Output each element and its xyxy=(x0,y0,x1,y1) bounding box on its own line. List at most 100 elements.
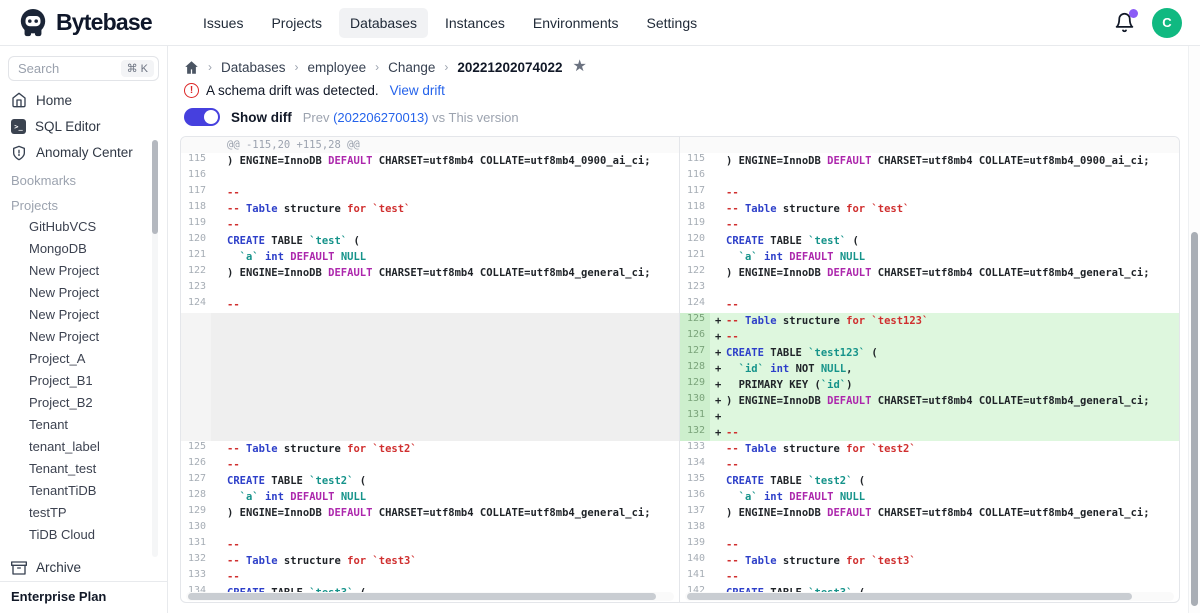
show-diff-toggle[interactable] xyxy=(184,108,220,126)
horizontal-scrollbar-thumb[interactable] xyxy=(687,593,1132,600)
code-line: `a` int DEFAULT NULL xyxy=(227,491,366,503)
diff-row: 125-- Table structure for `test2` xyxy=(181,441,679,457)
diff-row: 125+-- Table structure for `test123` xyxy=(680,313,1179,329)
line-number xyxy=(680,137,710,153)
code-token: -- xyxy=(227,203,246,215)
page-scrollbar-thumb[interactable] xyxy=(1191,232,1198,606)
project-item[interactable]: TenantTiDB xyxy=(0,480,167,502)
breadcrumb-item-databases[interactable]: Databases xyxy=(221,60,286,75)
code-line: -- Table structure for `test123` xyxy=(726,315,928,327)
breadcrumb-item-change[interactable]: Change xyxy=(388,60,435,75)
project-item[interactable]: New Project xyxy=(0,326,167,348)
project-item[interactable]: New Project xyxy=(0,282,167,304)
sidebar-item-home[interactable]: Home xyxy=(0,87,167,113)
diff-row: 134-- xyxy=(680,457,1179,473)
code-line: ) ENGINE=InnoDB DEFAULT CHARSET=utf8mb4 … xyxy=(726,155,1150,167)
project-item[interactable]: Project_B2 xyxy=(0,392,167,414)
nav-item-projects[interactable]: Projects xyxy=(260,8,333,38)
nav-item-issues[interactable]: Issues xyxy=(192,8,254,38)
prev-label: Prev xyxy=(303,110,333,125)
notifications-button[interactable] xyxy=(1114,12,1136,34)
line-number: 120 xyxy=(181,233,211,249)
project-item[interactable]: New Project xyxy=(0,304,167,326)
nav-item-instances[interactable]: Instances xyxy=(434,8,516,38)
line-number: 130 xyxy=(181,521,211,537)
project-item[interactable]: TiDB Cloud xyxy=(0,524,167,546)
code-line: -- xyxy=(227,539,240,551)
diff-row: 141-- xyxy=(680,569,1179,585)
brand-name: Bytebase xyxy=(56,9,152,36)
project-item[interactable]: GitHubVCS xyxy=(0,216,167,238)
prev-version-link[interactable]: (202206270013) xyxy=(333,110,428,125)
code-token: Table xyxy=(246,443,278,455)
diff-row: 117-- xyxy=(680,185,1179,201)
avatar[interactable]: C xyxy=(1152,8,1182,38)
code-token: DEFAULT xyxy=(328,155,372,167)
code-token xyxy=(227,491,240,503)
code-token: Table xyxy=(745,203,777,215)
diff-row xyxy=(680,137,1179,153)
code-line: @@ -115,20 +115,28 @@ xyxy=(227,139,360,151)
line-number xyxy=(181,345,211,361)
project-item[interactable]: Project_B1 xyxy=(0,370,167,392)
code-token: DEFAULT xyxy=(328,267,372,279)
sidebar-item-archive[interactable]: Archive xyxy=(0,555,167,581)
code-token: `test3` xyxy=(871,555,915,567)
code-token xyxy=(227,251,240,263)
plan-badge: Enterprise Plan xyxy=(0,581,167,613)
project-item[interactable]: New Project xyxy=(0,260,167,282)
view-drift-link[interactable]: View drift xyxy=(390,83,445,98)
bytebase-logo[interactable]: Bytebase xyxy=(18,8,178,38)
code-token: DEFAULT xyxy=(827,155,871,167)
bookmark-star-icon[interactable]: ★ xyxy=(573,59,587,75)
search-placeholder: Search xyxy=(18,61,121,76)
project-item[interactable]: testTP xyxy=(0,502,167,524)
project-item[interactable]: tenant_label xyxy=(0,436,167,458)
code-line: -- Table structure for `test` xyxy=(726,203,909,215)
code-token: CHARSET=utf8mb4 COLLATE=utf8mb4_general_… xyxy=(871,395,1149,407)
search-input[interactable]: Search ⌘ K xyxy=(8,56,159,81)
line-number: 117 xyxy=(680,185,710,201)
line-number: 130 xyxy=(680,393,710,409)
horizontal-scrollbar-thumb[interactable] xyxy=(188,593,656,600)
warning-icon: ! xyxy=(184,83,199,98)
diff-marker: + xyxy=(710,315,726,327)
diff-row: 130+) ENGINE=InnoDB DEFAULT CHARSET=utf8… xyxy=(680,393,1179,409)
search-shortcut-badge: ⌘ K xyxy=(121,60,154,77)
code-token: TABLE xyxy=(764,347,808,359)
nav-item-environments[interactable]: Environments xyxy=(522,8,630,38)
sidebar-scrollbar-thumb[interactable] xyxy=(152,140,158,234)
sidebar: Search ⌘ K Home >_ SQL Editor Anomaly Ce… xyxy=(0,46,168,613)
diff-row: 122) ENGINE=InnoDB DEFAULT CHARSET=utf8m… xyxy=(181,265,679,281)
code-token: DEFAULT xyxy=(290,491,334,503)
schema-diff-view: @@ -115,20 +115,28 @@115) ENGINE=InnoDB … xyxy=(180,136,1180,603)
code-token: -- xyxy=(227,219,240,231)
nav-item-settings[interactable]: Settings xyxy=(636,8,709,38)
project-item[interactable]: Tenant xyxy=(0,414,167,436)
line-number: 138 xyxy=(680,521,710,537)
code-token xyxy=(726,491,739,503)
sidebar-item-sql-editor[interactable]: >_ SQL Editor xyxy=(0,114,167,140)
breadcrumb-item-employee[interactable]: employee xyxy=(308,60,367,75)
diff-row: 130 xyxy=(181,521,679,537)
code-token: ) xyxy=(846,379,852,391)
sidebar-item-anomaly-center[interactable]: Anomaly Center xyxy=(0,140,167,166)
project-item[interactable]: Project_A xyxy=(0,348,167,370)
code-token: DEFAULT xyxy=(789,491,833,503)
code-token: Table xyxy=(246,555,278,567)
diff-compare-text: Prev (202206270013) vs This version xyxy=(303,110,519,125)
nav-item-databases[interactable]: Databases xyxy=(339,8,428,38)
horizontal-scrollbar-track[interactable] xyxy=(186,592,674,601)
code-token: for xyxy=(347,443,366,455)
line-number: 121 xyxy=(680,249,710,265)
horizontal-scrollbar-track[interactable] xyxy=(685,592,1174,601)
home-breadcrumb-icon[interactable] xyxy=(184,60,199,75)
code-line: CREATE TABLE `test` ( xyxy=(227,235,360,247)
code-token: NULL xyxy=(840,491,865,503)
line-number: 128 xyxy=(181,489,211,505)
project-item[interactable]: MongoDB xyxy=(0,238,167,260)
schema-drift-banner: ! A schema drift was detected. View drif… xyxy=(180,83,1200,98)
project-item[interactable]: Tenant_test xyxy=(0,458,167,480)
code-line: -- xyxy=(726,571,739,583)
code-line: -- xyxy=(227,219,240,231)
